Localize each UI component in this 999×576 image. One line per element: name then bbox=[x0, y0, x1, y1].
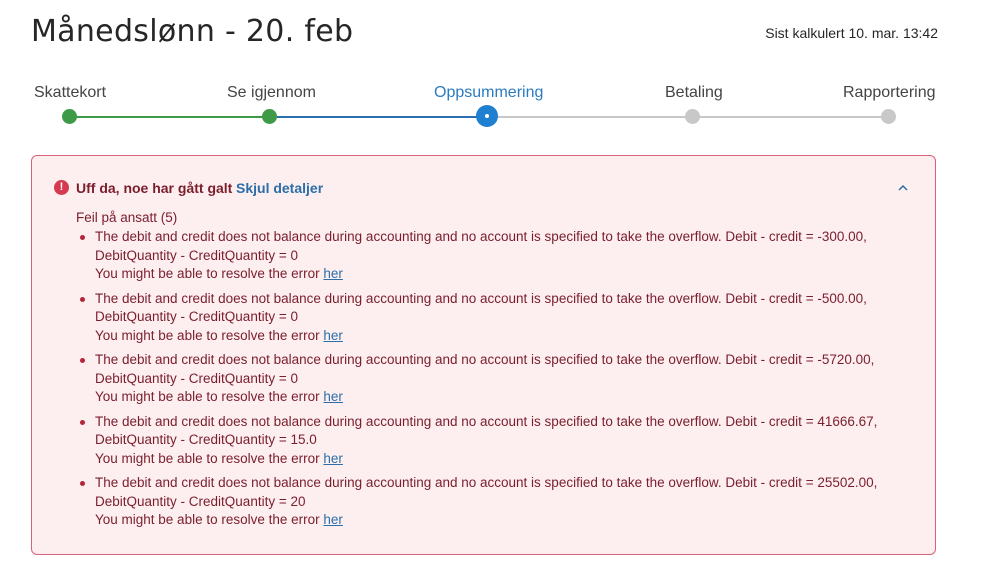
error-message: The debit and credit does not balance du… bbox=[95, 413, 878, 429]
progress-stepper: Skattekort Se igjennom Oppsummering Beta… bbox=[0, 0, 999, 140]
step-label-se-igjennom[interactable]: Se igjennom bbox=[227, 84, 316, 102]
step-label-oppsummering[interactable]: Oppsummering bbox=[434, 84, 543, 102]
resolve-link[interactable]: her bbox=[323, 266, 343, 281]
hide-details-button[interactable]: Skjul detaljer bbox=[236, 180, 323, 196]
list-item: The debit and credit does not balance du… bbox=[76, 290, 926, 346]
error-section-title: Feil på ansatt (5) bbox=[76, 210, 178, 225]
error-detail: DebitQuantity - CreditQuantity = 20 bbox=[95, 493, 306, 509]
error-circle-icon: ! bbox=[54, 180, 69, 195]
resolve-link[interactable]: her bbox=[323, 328, 343, 343]
resolve-link[interactable]: her bbox=[323, 451, 343, 466]
error-detail: DebitQuantity - CreditQuantity = 0 bbox=[95, 370, 298, 386]
step-dot-skattekort[interactable] bbox=[62, 109, 77, 124]
step-label-betaling[interactable]: Betaling bbox=[665, 84, 723, 102]
resolve-text: You might be able to resolve the error bbox=[95, 327, 320, 343]
error-message: The debit and credit does not balance du… bbox=[95, 352, 875, 367]
error-list: The debit and credit does not balance du… bbox=[76, 228, 926, 536]
error-detail: DebitQuantity - CreditQuantity = 0 bbox=[95, 247, 298, 263]
step-dot-oppsummering[interactable] bbox=[476, 105, 498, 127]
resolve-link[interactable]: her bbox=[323, 512, 343, 527]
resolve-text: You might be able to resolve the error bbox=[95, 450, 320, 466]
step-dot-rapportering[interactable] bbox=[881, 109, 896, 124]
error-detail: DebitQuantity - CreditQuantity = 0 bbox=[95, 309, 298, 324]
resolve-text: You might be able to resolve the error bbox=[95, 512, 320, 527]
resolve-link[interactable]: her bbox=[323, 389, 343, 404]
error-message: The debit and credit does not balance du… bbox=[95, 475, 878, 490]
step-label-skattekort[interactable]: Skattekort bbox=[34, 84, 106, 102]
step-dot-betaling[interactable] bbox=[685, 109, 700, 124]
error-detail: DebitQuantity - CreditQuantity = 15.0 bbox=[95, 432, 317, 447]
list-item: The debit and credit does not balance du… bbox=[76, 228, 926, 284]
resolve-text: You might be able to resolve the error bbox=[95, 389, 320, 404]
step-label-rapportering[interactable]: Rapportering bbox=[843, 84, 936, 102]
error-message: The debit and credit does not balance du… bbox=[95, 229, 867, 244]
resolve-text: You might be able to resolve the error bbox=[95, 266, 320, 281]
stepper-line-current bbox=[269, 116, 487, 118]
error-alert-panel: ! Uff da, noe har gått galt Skjul detalj… bbox=[31, 155, 936, 555]
alert-title: Uff da, noe har gått galt bbox=[76, 180, 233, 196]
chevron-up-icon[interactable] bbox=[897, 182, 909, 194]
list-item: The debit and credit does not balance du… bbox=[76, 413, 926, 469]
list-item: The debit and credit does not balance du… bbox=[76, 351, 926, 407]
list-item: The debit and credit does not balance du… bbox=[76, 474, 926, 530]
step-dot-se-igjennom[interactable] bbox=[262, 109, 277, 124]
stepper-line-done bbox=[69, 116, 269, 118]
error-message: The debit and credit does not balance du… bbox=[95, 290, 867, 306]
